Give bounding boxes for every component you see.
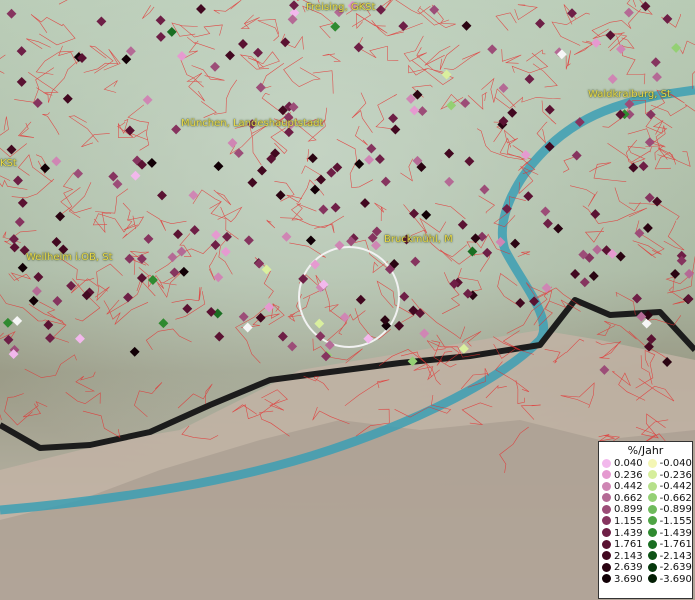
legend-label: 3.690	[614, 573, 643, 585]
legend-swatch	[602, 574, 611, 584]
legend-row: 3.690 -3.690	[601, 574, 692, 586]
legend-label: -2.143	[659, 550, 692, 562]
legend-cell: 0.899	[601, 504, 647, 516]
legend-cell: -0.040	[647, 458, 692, 470]
legend-swatch	[602, 551, 611, 561]
legend-label: 0.899	[614, 504, 643, 516]
legend-cell: -1.439	[647, 528, 692, 540]
legend-swatch	[647, 551, 657, 561]
legend-cell: -1.155	[647, 516, 692, 528]
legend-swatch	[602, 562, 611, 572]
place-label: Bruckmühl, M	[384, 234, 453, 245]
legend-title: %/Jahr	[627, 444, 664, 457]
legend-label: 0.662	[614, 492, 643, 504]
place-label: KSt	[0, 158, 17, 169]
legend-swatch	[602, 504, 611, 514]
legend-label: 2.143	[614, 550, 643, 562]
legend-cell: -0.662	[647, 493, 692, 505]
place-label: Freising, GKSt	[306, 2, 376, 13]
legend-label: -0.899	[659, 504, 692, 516]
legend-cell: 0.442	[601, 481, 647, 493]
legend-row: 1.439 -1.439	[601, 528, 692, 540]
legend-swatch	[602, 528, 611, 538]
legend-cell: -2.143	[647, 551, 692, 563]
legend-label: -0.442	[659, 481, 692, 493]
legend-label: -1.439	[659, 527, 692, 539]
legend-label: -0.662	[659, 492, 692, 504]
legend-swatch	[602, 481, 611, 491]
legend-cell: 0.040	[601, 458, 647, 470]
legend-label: 1.761	[614, 539, 643, 551]
map-legend: %/Jahr 0.040 -0.040 0.236 -0.236 0.442 -0.442…	[598, 441, 693, 599]
legend-swatch	[602, 493, 611, 503]
legend-label: -1.155	[659, 515, 692, 527]
legend-label: -3.690	[659, 573, 692, 585]
legend-label: -1.761	[659, 539, 692, 551]
legend-cell: 1.761	[601, 539, 647, 551]
legend-label: 0.236	[614, 469, 643, 481]
legend-label: 0.040	[614, 458, 643, 469]
legend-cell: 0.662	[601, 493, 647, 505]
legend-swatch	[602, 539, 611, 549]
legend-swatch	[647, 493, 657, 503]
legend-label: 2.639	[614, 562, 643, 574]
legend-cell: 2.639	[601, 562, 647, 574]
legend-label: -2.639	[659, 562, 692, 574]
legend-label: 0.442	[614, 481, 643, 493]
legend-label: 1.155	[614, 515, 643, 527]
legend-row: 0.236 -0.236	[601, 470, 692, 482]
legend-cell: 1.155	[601, 516, 647, 528]
legend-swatch	[647, 481, 657, 491]
legend-cell: 3.690	[601, 574, 647, 586]
legend-swatch	[647, 528, 657, 538]
legend-swatch	[647, 470, 657, 480]
legend-label: 1.439	[614, 527, 643, 539]
legend-swatch	[647, 516, 657, 526]
legend-swatch	[647, 504, 657, 514]
legend-swatch	[602, 470, 611, 480]
legend-swatch	[602, 516, 611, 526]
legend-cell: -1.761	[647, 539, 692, 551]
legend-row: 1.761 -1.761	[601, 539, 692, 551]
legend-cell: -3.690	[647, 574, 692, 586]
legend-cell: 0.236	[601, 470, 647, 482]
legend-table: 0.040 -0.040 0.236 -0.236 0.442 -0.442 0.662 -0…	[601, 458, 692, 586]
legend-cell: 1.439	[601, 528, 647, 540]
legend-cell: -0.236	[647, 470, 692, 482]
map-view[interactable]: Freising, GKSt Waldkraiburg, St München,…	[0, 0, 695, 600]
legend-label: -0.040	[659, 458, 692, 469]
legend-cell: 2.143	[601, 551, 647, 563]
legend-swatch	[647, 562, 657, 572]
legend-row: 0.899 -0.899	[601, 504, 692, 516]
place-label: Waldkraiburg, St	[588, 89, 671, 100]
legend-label: -0.236	[659, 469, 692, 481]
legend-row: 0.442 -0.442	[601, 481, 692, 493]
legend-cell: -2.639	[647, 562, 692, 574]
legend-swatch	[647, 539, 657, 549]
legend-row: 1.155 -1.155	[601, 516, 692, 528]
legend-row: 0.662 -0.662	[601, 493, 692, 505]
legend-row: 2.639 -2.639	[601, 562, 692, 574]
legend-cell: -0.899	[647, 504, 692, 516]
legend-row: 0.040 -0.040	[601, 458, 692, 470]
legend-swatch	[602, 458, 611, 468]
legend-swatch	[647, 574, 657, 584]
place-label: Weilheim i.OB, St	[26, 252, 113, 263]
legend-cell: -0.442	[647, 481, 692, 493]
legend-swatch	[647, 458, 657, 468]
legend-row: 2.143 -2.143	[601, 551, 692, 563]
place-label: München, Landeshauptstadt	[181, 118, 324, 129]
